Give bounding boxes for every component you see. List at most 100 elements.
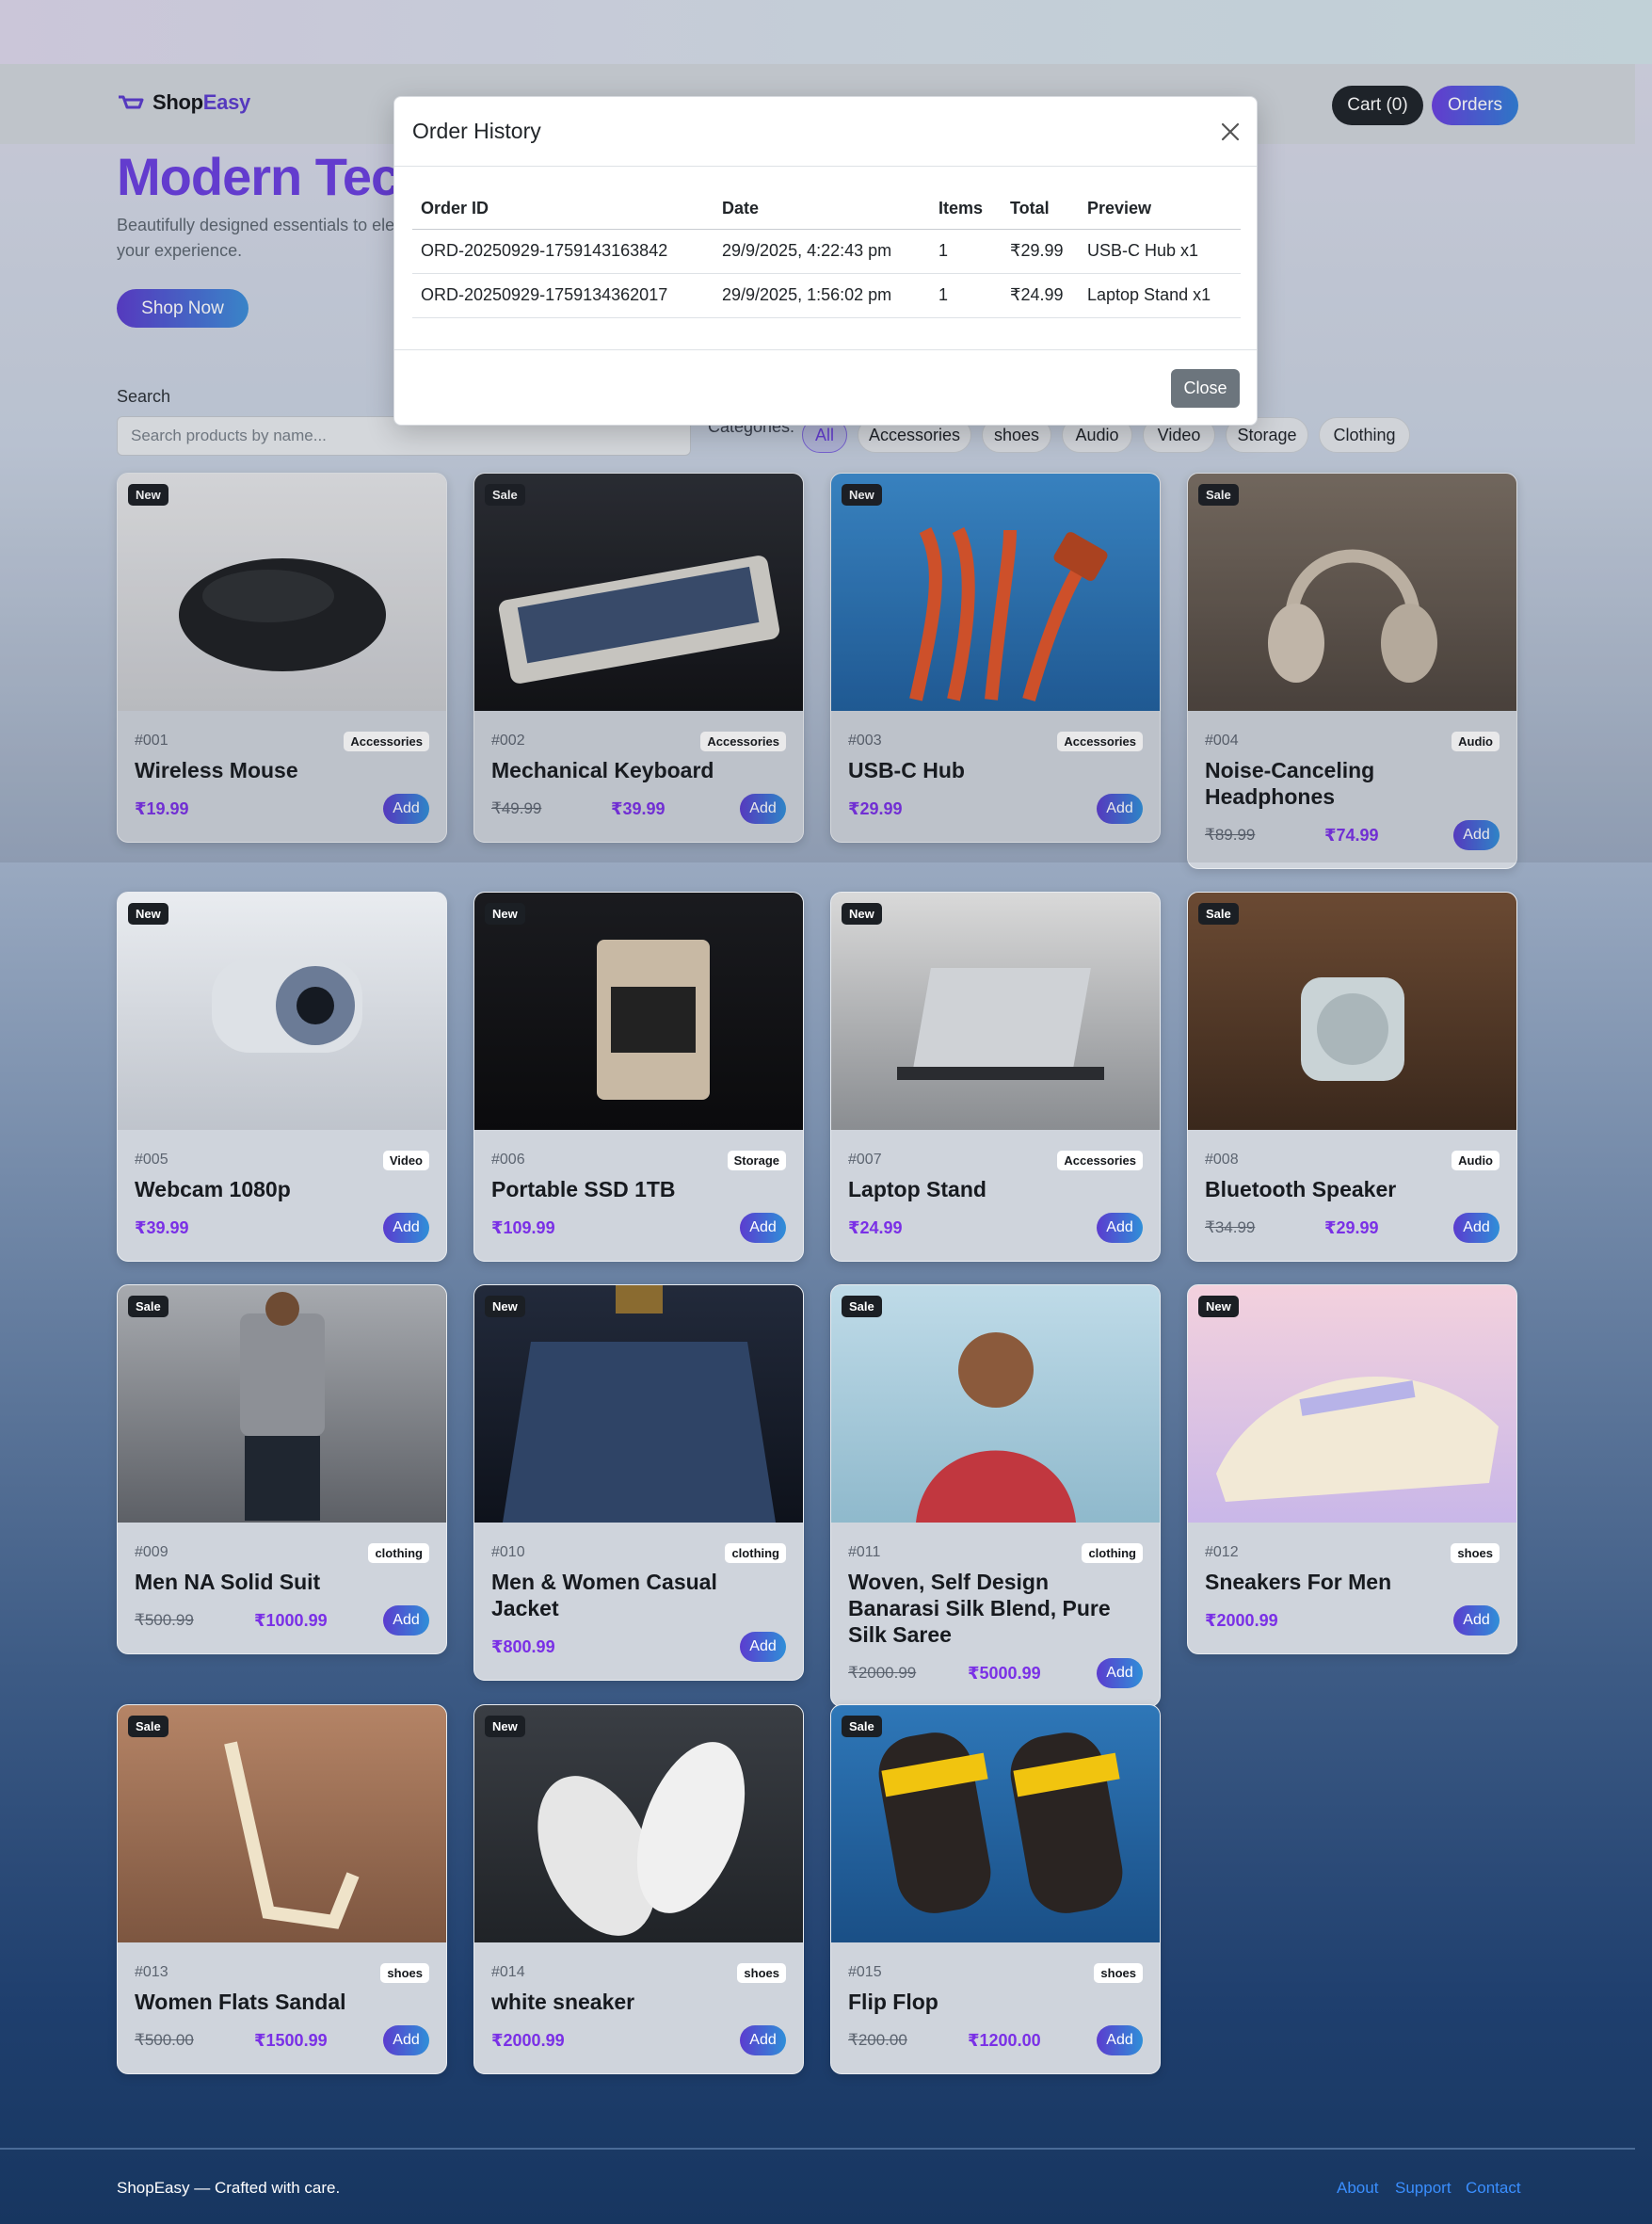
add-to-cart-button[interactable]: Add <box>740 1632 786 1662</box>
table-row: ORD-20250929-1759143163842 29/9/2025, 4:… <box>412 229 1241 274</box>
close-button[interactable]: Close <box>1171 369 1240 408</box>
product-id: #008 <box>1205 1152 1239 1168</box>
product-image[interactable]: Sale <box>1188 893 1516 1130</box>
product-image[interactable]: Sale <box>831 1705 1160 1942</box>
product-card[interactable]: Sale #009 clothing Men NA Solid Suit ₹500.99… <box>117 1284 447 1654</box>
product-meta: #009 clothing <box>135 1542 429 1563</box>
col-date: Date <box>714 189 930 230</box>
add-to-cart-button[interactable]: Add <box>1097 1213 1143 1243</box>
product-title[interactable]: Women Flats Sandal <box>135 1989 429 2015</box>
product-card[interactable]: New #014 shoes white sneaker ₹2000.99 Add <box>473 1704 804 2074</box>
product-id: #012 <box>1205 1544 1239 1560</box>
product-price: ₹800.99 <box>491 1636 555 1656</box>
add-to-cart-button[interactable]: Add <box>1453 1605 1500 1636</box>
product-id: #005 <box>135 1152 168 1168</box>
product-badge: New <box>842 903 882 925</box>
product-old-price: ₹500.00 <box>135 2031 194 2049</box>
product-title[interactable]: white sneaker <box>491 1989 786 2015</box>
footer-link-contact[interactable]: Contact <box>1466 2179 1521 2198</box>
product-card[interactable]: Sale #013 shoes Women Flats Sandal ₹500.00 ₹1… <box>117 1704 447 2074</box>
product-id: #007 <box>848 1152 882 1168</box>
product-title[interactable]: Portable SSD 1TB <box>491 1176 786 1202</box>
product-card[interactable]: Sale #015 shoes Flip Flop ₹200.00 ₹1200.00 Add <box>830 1704 1161 2074</box>
product-meta: #015 shoes <box>848 1962 1143 1983</box>
product-image[interactable]: New <box>831 893 1160 1130</box>
product-card-body: #006 Storage Portable SSD 1TB ₹109.99 Add <box>474 1130 803 1244</box>
product-title[interactable]: Sneakers For Men <box>1205 1569 1500 1595</box>
add-to-cart-button[interactable]: Add <box>1453 1213 1500 1243</box>
product-meta: #005 Video <box>135 1150 429 1170</box>
footer-link-support[interactable]: Support <box>1395 2179 1452 2198</box>
product-meta: #012 shoes <box>1205 1542 1500 1563</box>
modal-title: Order History <box>412 119 541 143</box>
product-image[interactable]: New <box>474 1705 803 1942</box>
product-title[interactable]: Webcam 1080p <box>135 1176 429 1202</box>
add-to-cart-button[interactable]: Add <box>383 1605 429 1636</box>
product-price: ₹29.99 <box>1324 1217 1379 1237</box>
product-id: #011 <box>848 1544 881 1560</box>
product-card[interactable]: Sale #008 Audio Bluetooth Speaker ₹34.99 ₹29.… <box>1187 892 1517 1262</box>
product-price: ₹24.99 <box>848 1217 903 1237</box>
product-card-body: #013 shoes Women Flats Sandal ₹500.00 ₹1500.… <box>118 1942 446 2056</box>
product-price: ₹109.99 <box>491 1217 555 1237</box>
product-card[interactable]: New #007 Accessories Laptop Stand ₹24.99 Add <box>830 892 1161 1262</box>
product-card[interactable]: New #010 clothing Men & Women Casual Jacket… <box>473 1284 804 1681</box>
product-card-body: #012 shoes Sneakers For Men ₹2000.99 Add <box>1188 1523 1516 1636</box>
product-badge: Sale <box>842 1716 882 1737</box>
product-card-body: #011 clothing Woven, Self Design Banarasi … <box>831 1523 1160 1689</box>
date-cell: 29/9/2025, 4:22:43 pm <box>714 229 930 274</box>
items-cell: 1 <box>930 273 1002 318</box>
product-card-body: #010 clothing Men & Women Casual Jacket ₹80… <box>474 1523 803 1663</box>
product-card-body: #008 Audio Bluetooth Speaker ₹34.99 ₹29.99 Ad… <box>1188 1130 1516 1244</box>
footer-link-about[interactable]: About <box>1337 2179 1378 2198</box>
product-price-row: ₹2000.99 ₹5000.99 Add <box>848 1657 1143 1689</box>
product-image[interactable]: New <box>474 893 803 1130</box>
product-image[interactable]: New <box>118 893 446 1130</box>
col-preview: Preview <box>1079 189 1241 230</box>
add-to-cart-button[interactable]: Add <box>1097 2025 1143 2055</box>
product-title[interactable]: Bluetooth Speaker <box>1205 1176 1500 1202</box>
product-category-tag: shoes <box>737 1962 786 1983</box>
product-card-body: #005 Video Webcam 1080p ₹39.99 Add <box>118 1130 446 1244</box>
product-meta: #010 clothing <box>491 1542 786 1563</box>
product-old-price: ₹2000.99 <box>848 1664 917 1682</box>
product-image[interactable]: New <box>474 1285 803 1523</box>
product-badge: New <box>128 903 168 925</box>
product-title[interactable]: Men NA Solid Suit <box>135 1569 429 1595</box>
product-meta: #006 Storage <box>491 1150 786 1170</box>
product-badge: Sale <box>1198 903 1239 925</box>
product-card-body: #009 clothing Men NA Solid Suit ₹500.99 ₹100… <box>118 1523 446 1636</box>
product-title[interactable]: Flip Flop <box>848 1989 1143 2015</box>
product-category-tag: clothing <box>368 1542 429 1563</box>
product-category-tag: clothing <box>1082 1542 1143 1563</box>
product-card[interactable]: Sale #011 clothing Woven, Self Design Banar… <box>830 1284 1161 1707</box>
product-title[interactable]: Woven, Self Design Banarasi Silk Blend, … <box>848 1569 1143 1648</box>
page-footer: ShopEasy — Crafted with care. About Supp… <box>0 2148 1635 2224</box>
product-category-tag: Storage <box>727 1150 786 1170</box>
add-to-cart-button[interactable]: Add <box>740 2025 786 2055</box>
add-to-cart-button[interactable]: Add <box>1097 1658 1143 1688</box>
product-card[interactable]: New #012 shoes Sneakers For Men ₹2000.99 Add <box>1187 1284 1517 1654</box>
add-to-cart-button[interactable]: Add <box>740 1213 786 1243</box>
product-title[interactable]: Laptop Stand <box>848 1176 1143 1202</box>
product-card[interactable]: New #006 Storage Portable SSD 1TB ₹109.99 Add <box>473 892 804 1262</box>
close-icon[interactable] <box>1217 119 1243 145</box>
product-id: #006 <box>491 1152 525 1168</box>
product-meta: #013 shoes <box>135 1962 429 1983</box>
product-badge: New <box>485 903 525 925</box>
product-image[interactable]: Sale <box>118 1705 446 1942</box>
product-price-row: ₹2000.99 Add <box>491 2024 786 2056</box>
product-image[interactable]: Sale <box>118 1285 446 1523</box>
add-to-cart-button[interactable]: Add <box>383 1213 429 1243</box>
product-card[interactable]: New #005 Video Webcam 1080p ₹39.99 Add <box>117 892 447 1262</box>
product-id: #015 <box>848 1964 882 1980</box>
modal-header: Order History <box>394 97 1257 167</box>
product-title[interactable]: Men & Women Casual Jacket <box>491 1569 786 1621</box>
order-table: Order ID Date Items Total Preview ORD-20… <box>412 189 1241 318</box>
product-category-tag: clothing <box>725 1542 786 1563</box>
product-image[interactable]: New <box>1188 1285 1516 1523</box>
product-badge: New <box>485 1716 525 1737</box>
product-image[interactable]: Sale <box>831 1285 1160 1523</box>
add-to-cart-button[interactable]: Add <box>383 2025 429 2055</box>
col-total: Total <box>1002 189 1079 230</box>
